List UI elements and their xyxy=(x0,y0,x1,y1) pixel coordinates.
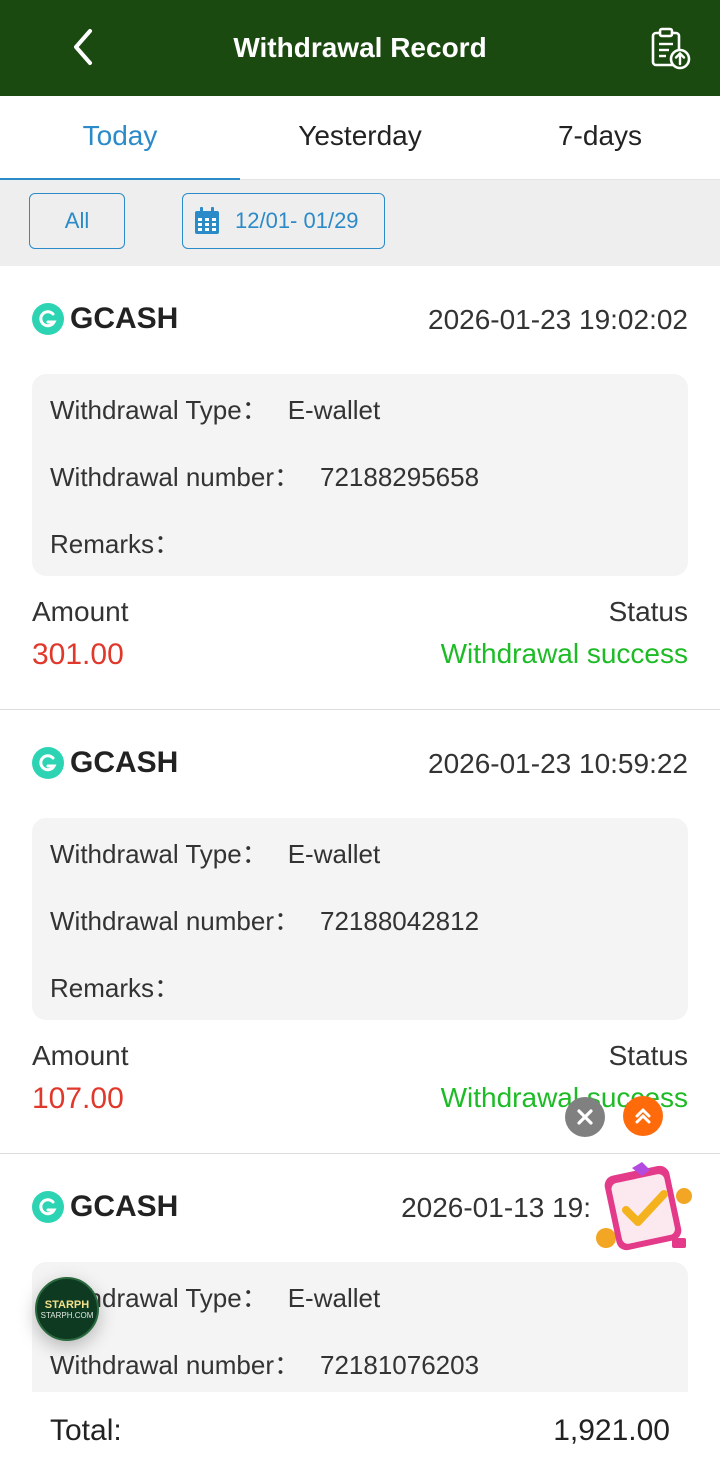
withdrawal-number-row: Withdrawal number： 72188042812 xyxy=(50,901,479,938)
clipboard-upload-icon xyxy=(651,27,691,70)
remarks-row: Remarks： xyxy=(50,524,200,561)
filter-all-button[interactable]: All xyxy=(29,193,125,249)
remarks-row: Remarks： xyxy=(50,968,200,1005)
withdrawal-type-value: E-wallet xyxy=(287,839,381,869)
amount-label: Amount xyxy=(32,596,129,627)
record-time: 2026-01-23 10:59:22 xyxy=(428,748,688,779)
record-card: GCASH 2026-01-23 10:59:22 Withdrawal Typ… xyxy=(0,710,720,1154)
status-value: Withdrawal success xyxy=(440,638,688,669)
withdrawal-type-label: Withdrawal Type： xyxy=(50,395,268,425)
starph-site-text: STARPH.COM xyxy=(40,1310,94,1320)
amount-value: 107.00 xyxy=(32,1082,124,1115)
method-name: GCASH xyxy=(70,746,179,779)
date-range-button[interactable]: 12/01- 01/29 xyxy=(182,193,385,249)
record-time: 2026-01-13 19: xyxy=(401,1192,591,1223)
payment-method: GCASH xyxy=(32,1190,178,1224)
withdrawal-number-value: 72188295658 xyxy=(319,462,480,492)
withdrawal-type-label: Withdrawal Type： xyxy=(50,839,268,869)
record-time: 2026-01-23 19:02:02 xyxy=(428,304,688,335)
withdrawal-number-row: Withdrawal number： 72188295658 xyxy=(50,457,479,494)
amount-value: 301.00 xyxy=(32,638,124,671)
date-range-label: 12/01- 01/29 xyxy=(235,208,359,233)
gcash-icon xyxy=(32,1191,64,1223)
record-details: Withdrawal Type： E-wallet Withdrawal numb… xyxy=(32,818,688,1020)
record-details: Withdrawal Type： E-wallet Withdrawal numb… xyxy=(32,374,688,576)
page-title: Withdrawal Record xyxy=(233,32,487,63)
withdrawal-number-label: Withdrawal number： xyxy=(50,906,300,936)
method-name: GCASH xyxy=(70,1190,179,1223)
withdrawal-number-value: 72181076203 xyxy=(319,1350,480,1380)
filter-bar: All 12/01- 01/29 xyxy=(0,180,720,266)
tab-yesterday[interactable]: Yesterday xyxy=(240,96,480,179)
withdrawal-number-row: Withdrawal number： 72181076203 xyxy=(50,1345,479,1382)
payment-method: GCASH xyxy=(32,302,178,336)
payment-method: GCASH xyxy=(32,746,178,780)
tab-7-days[interactable]: 7-days xyxy=(480,96,720,179)
starph-floating-button[interactable]: STARPH STARPH.COM xyxy=(35,1277,99,1341)
total-bar: Total: 1,921.00 xyxy=(0,1392,720,1471)
record-details: Withdrawal Type： E-wallet Withdrawal numb… xyxy=(32,1262,688,1402)
close-float-button[interactable] xyxy=(565,1097,605,1137)
gcash-icon xyxy=(32,303,64,335)
withdrawal-type-row: Withdrawal Type： E-wallet xyxy=(50,390,380,427)
daily-checkin-promo[interactable] xyxy=(592,1160,698,1260)
tab-today[interactable]: Today xyxy=(0,96,240,181)
withdrawal-type-row: Withdrawal Type： E-wallet xyxy=(50,1278,380,1315)
withdrawal-number-value: 72188042812 xyxy=(319,906,480,936)
record-card: GCASH 2026-01-23 19:02:02 Withdrawal Typ… xyxy=(0,266,720,710)
withdrawal-number-label: Withdrawal number： xyxy=(50,462,300,492)
calendar-icon xyxy=(193,206,221,236)
period-tabs: Today Yesterday 7-days xyxy=(0,96,720,181)
amount-label: Amount xyxy=(32,1040,129,1071)
total-value: 1,921.00 xyxy=(553,1414,670,1447)
method-name: GCASH xyxy=(70,302,179,335)
checkin-gift-icon xyxy=(596,1162,692,1251)
remarks-label: Remarks： xyxy=(50,529,181,559)
double-chevron-up-icon xyxy=(635,1108,651,1124)
app-header: Withdrawal Record xyxy=(0,0,720,96)
remarks-label: Remarks： xyxy=(50,973,181,1003)
withdrawal-type-row: Withdrawal Type： E-wallet xyxy=(50,834,380,871)
gcash-icon xyxy=(32,747,64,779)
status-label: Status xyxy=(608,596,688,627)
upload-record-button[interactable] xyxy=(646,24,696,74)
withdrawal-type-value: E-wallet xyxy=(287,395,381,425)
withdrawal-type-value: E-wallet xyxy=(287,1283,381,1313)
withdrawal-number-label: Withdrawal number： xyxy=(50,1350,300,1380)
starph-logo-text: STARPH xyxy=(44,1298,90,1311)
scroll-top-button[interactable] xyxy=(623,1096,663,1136)
status-label: Status xyxy=(608,1040,688,1071)
total-label: Total: xyxy=(50,1414,122,1447)
close-icon xyxy=(577,1109,593,1125)
